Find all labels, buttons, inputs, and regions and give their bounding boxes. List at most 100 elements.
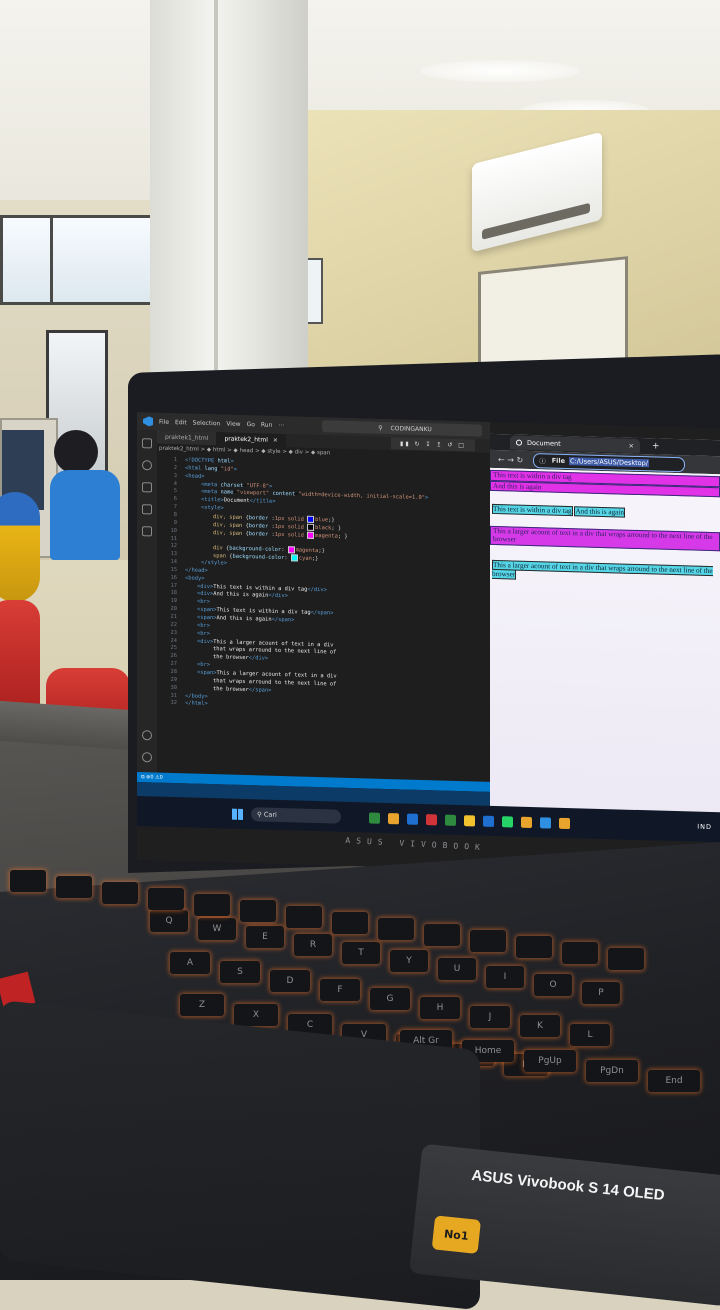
taskbar-app-icon[interactable]	[369, 811, 380, 824]
keyboard-key[interactable]: K	[520, 1015, 560, 1037]
windows-start-icon[interactable]	[232, 808, 243, 820]
vscode-window: File Edit Selection View Go Run ··· ⚲ CO…	[137, 412, 490, 822]
menu-run[interactable]: Run	[261, 421, 273, 428]
taskbar-app-icon[interactable]	[426, 813, 437, 825]
tab-label: praktek1_html	[165, 433, 209, 442]
navigation-buttons[interactable]: ← → ↻	[498, 455, 523, 465]
taskbar-app-icon[interactable]	[521, 816, 532, 828]
keyboard-key[interactable]	[424, 924, 460, 946]
keyboard-key[interactable]	[378, 918, 414, 940]
search-icon: ⚲	[257, 810, 264, 819]
page-content: This text is within a div tag And this i…	[490, 467, 720, 841]
keyboard-key[interactable]: X	[234, 1004, 278, 1026]
keyboard-key[interactable]	[516, 936, 552, 958]
keyboard-key[interactable]	[608, 948, 644, 970]
tab-title: Document	[527, 438, 561, 448]
taskbar-app-icon[interactable]	[483, 815, 494, 827]
taskbar-app-icon[interactable]	[445, 814, 456, 826]
keyboard-key[interactable]	[56, 876, 92, 898]
keyboard-key[interactable]: L	[570, 1024, 610, 1046]
browser-window: Document × + ← → ↻ ⓘ File C:/Users/ASUS/…	[490, 433, 720, 841]
close-icon[interactable]: ×	[629, 442, 634, 450]
span-long-row: This a larger acount of text in a div th…	[490, 559, 720, 585]
code-line: </html>	[185, 700, 208, 708]
taskbar-app-icon[interactable]	[502, 815, 513, 828]
language-indicator[interactable]: IND	[697, 823, 712, 831]
keyboard-key[interactable]	[194, 894, 230, 916]
menu-file[interactable]: File	[159, 418, 169, 425]
keyboard-key[interactable]: PgUp	[524, 1050, 576, 1072]
vscode-logo-icon	[143, 416, 153, 426]
new-tab-button[interactable]: +	[652, 441, 660, 451]
code-line: <body>	[185, 575, 205, 582]
keyboard-key[interactable]	[240, 900, 276, 922]
taskbar-app-icon[interactable]	[407, 813, 418, 825]
keyboard-key[interactable]	[286, 906, 322, 928]
keyboard-key[interactable]: I	[486, 966, 524, 988]
keyboard-key[interactable]	[102, 882, 138, 904]
student	[50, 430, 125, 560]
menu-selection[interactable]: Selection	[193, 419, 221, 427]
command-center-search[interactable]: ⚲ CODINGANKU	[322, 420, 482, 437]
code-line: <div>And this is again</div>	[197, 591, 288, 600]
keyboard-key[interactable]: R	[294, 934, 332, 956]
keyboard-key[interactable]: U	[438, 958, 476, 980]
taskbar-search[interactable]: ⚲ Cari	[251, 807, 341, 824]
scheme-label: File	[551, 456, 566, 465]
taskbar-app-icon[interactable]	[540, 816, 551, 829]
extensions-icon[interactable]	[142, 526, 152, 537]
keyboard-key[interactable]: T	[342, 942, 380, 964]
search-text: Cari	[263, 810, 277, 819]
tab-praktek2[interactable]: praktek2_html ×	[216, 432, 286, 448]
close-icon[interactable]: ×	[273, 437, 278, 444]
keyboard-key[interactable]	[148, 888, 184, 910]
keyboard-key[interactable]: Y	[390, 950, 428, 972]
keyboard-key[interactable]: End	[648, 1070, 700, 1092]
keyboard-key[interactable]: D	[270, 970, 310, 992]
keyboard-key[interactable]: O	[534, 974, 572, 996]
keyboard-key[interactable]: P	[582, 982, 620, 1004]
keyboard-key[interactable]: G	[370, 988, 410, 1010]
code-line: the browser</div>	[213, 654, 269, 662]
url-text[interactable]: C:/Users/ASUS/Desktop/	[569, 457, 649, 468]
keyboard-key[interactable]	[332, 912, 368, 934]
explorer-icon[interactable]	[142, 438, 152, 449]
keyboard-key[interactable]	[562, 942, 598, 964]
keyboard-key[interactable]: A	[170, 952, 210, 974]
keyboard-key[interactable]: H	[420, 997, 460, 1019]
run-toolbar[interactable]: ▮▮ ↻ ↧ ↥ ↺ □	[391, 437, 475, 452]
menu-edit[interactable]: Edit	[175, 419, 187, 426]
keyboard-key[interactable]: J	[470, 1006, 510, 1028]
keyboard-key[interactable]: Q	[150, 910, 188, 932]
taskbar-app-icon[interactable]	[464, 814, 475, 826]
tab-praktek1[interactable]: praktek1_html	[157, 430, 217, 446]
line-number: 32	[170, 700, 178, 707]
window	[0, 215, 157, 305]
menu-go[interactable]: Go	[247, 421, 255, 428]
globe-icon	[516, 439, 522, 446]
keyboard-key[interactable]: E	[246, 926, 284, 948]
keyboard-key[interactable]: PgDn	[586, 1060, 638, 1082]
source-control-icon[interactable]	[142, 482, 152, 493]
keyboard-key[interactable]: Z	[180, 994, 224, 1016]
code-editor[interactable]: 1 2 3 4 5 6 7 8 9 10 11 12 13 14 15 16 17 18 19 20 21 22 23 24 2…	[157, 457, 490, 781]
run-debug-icon[interactable]	[142, 504, 152, 515]
account-icon[interactable]	[142, 730, 152, 741]
code-line: <head>	[185, 473, 205, 480]
taskbar-app-icon[interactable]	[388, 812, 399, 824]
keyboard-key[interactable]	[10, 870, 46, 892]
taskbar-app-icon[interactable]	[559, 817, 570, 829]
pillar	[150, 0, 308, 400]
keyboard-key[interactable]	[470, 930, 506, 952]
menu-view[interactable]: View	[226, 420, 240, 427]
trackpad[interactable]	[0, 1000, 480, 1310]
span-text-1: This text is within a div tag	[492, 504, 573, 517]
div-long-text: This a larger acount of text in a div th…	[490, 525, 720, 552]
keyboard-key[interactable]: F	[320, 979, 360, 1001]
sticker-badge: No1	[431, 1215, 481, 1254]
settings-gear-icon[interactable]	[142, 752, 152, 763]
menu-more[interactable]: ···	[278, 421, 284, 428]
search-icon[interactable]	[142, 460, 152, 471]
keyboard-key[interactable]: S	[220, 961, 260, 983]
keyboard-key[interactable]: W	[198, 918, 236, 940]
